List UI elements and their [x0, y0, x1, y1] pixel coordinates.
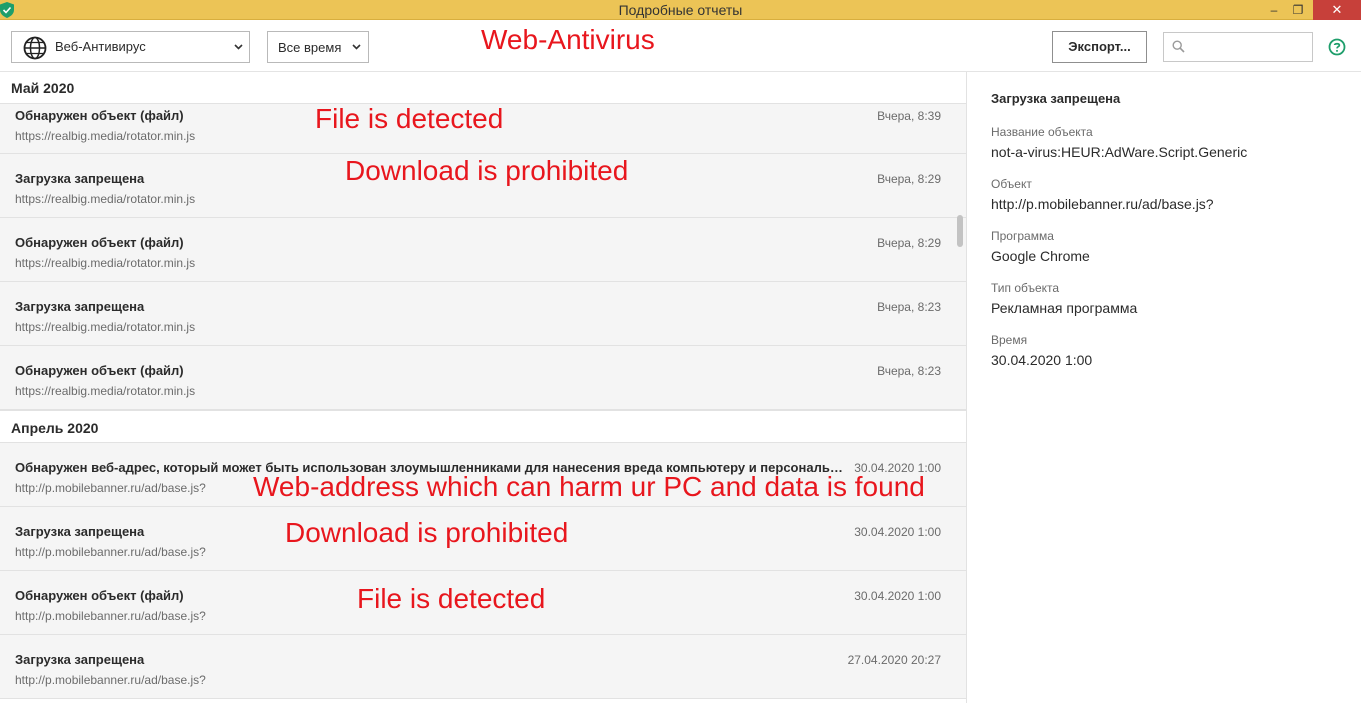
list-item[interactable]: Обнаружен объект (файл) https://realbig.… — [0, 346, 966, 410]
details-title: Загрузка запрещена — [991, 91, 1121, 106]
help-icon[interactable] — [1328, 38, 1346, 56]
details-field-program: Программа Google Chrome — [991, 228, 1351, 266]
details-panel: Загрузка запрещена Название объекта not-… — [968, 72, 1361, 703]
event-time: Вчера, 8:23 — [877, 364, 941, 378]
event-title: Загрузка запрещена — [15, 652, 145, 667]
annotation-download-prohibited: Download is prohibited — [345, 155, 629, 186]
field-label: Время — [991, 333, 1028, 347]
details-field-time: Время 30.04.2020 1:00 — [991, 332, 1351, 370]
details-field-object-name: Название объекта not-a-virus:HEUR:AdWare… — [991, 124, 1351, 162]
field-label: Объект — [991, 177, 1032, 191]
annotation-file-detected: File is detected — [315, 103, 504, 134]
event-time: 27.04.2020 20:27 — [847, 653, 941, 667]
field-value: 30.04.2020 1:00 — [991, 352, 1093, 368]
event-title: Обнаружен объект (файл) — [15, 235, 184, 250]
event-url: https://realbig.media/rotator.min.js — [15, 129, 196, 143]
event-url: http://p.mobilebanner.ru/ad/base.js? — [15, 609, 206, 623]
list-item[interactable]: Загрузка запрещена http://p.mobilebanner… — [0, 635, 966, 699]
event-time: 30.04.2020 1:00 — [854, 525, 941, 539]
field-label: Тип объекта — [991, 281, 1060, 295]
component-select-value: Веб-Антивирус — [55, 39, 146, 54]
event-time: Вчера, 8:39 — [877, 109, 941, 123]
event-url: https://realbig.media/rotator.min.js — [15, 256, 196, 270]
title-bar: Подробные отчеты – ❐ ✕ — [0, 0, 1361, 20]
component-select[interactable]: Веб-Антивирус — [11, 31, 250, 63]
period-select[interactable]: Все время — [267, 31, 369, 63]
event-url: https://realbig.media/rotator.min.js — [15, 320, 196, 334]
event-url: http://p.mobilebanner.ru/ad/base.js? — [15, 545, 206, 559]
toolbar: Веб-Антивирус Все время Экспорт... — [0, 20, 1361, 72]
details-field-object: Объект http://p.mobilebanner.ru/ad/base.… — [991, 176, 1351, 214]
search-icon — [1172, 40, 1185, 53]
event-url: https://realbig.media/rotator.min.js — [15, 384, 196, 398]
chevron-down-icon — [234, 44, 243, 50]
list-item[interactable]: Обнаружен объект (файл) https://realbig.… — [0, 218, 966, 282]
globe-icon — [23, 36, 47, 60]
event-time: Вчера, 8:29 — [877, 236, 941, 250]
field-label: Программа — [991, 229, 1054, 243]
event-url: http://p.mobilebanner.ru/ad/base.js? — [15, 673, 206, 687]
field-label: Название объекта — [991, 125, 1093, 139]
scrollbar-thumb[interactable] — [957, 215, 963, 247]
field-value: Google Chrome — [991, 248, 1090, 264]
details-field-object-type: Тип объекта Рекламная программа — [991, 280, 1351, 318]
close-button[interactable]: ✕ — [1313, 0, 1361, 20]
annotation-web-antivirus: Web-Antivirus — [481, 24, 655, 55]
window-title: Подробные отчеты — [618, 2, 743, 18]
list-item[interactable]: Загрузка запрещена https://realbig.media… — [0, 282, 966, 346]
event-url: https://realbig.media/rotator.min.js — [15, 192, 196, 206]
maximize-button[interactable]: ❐ — [1286, 0, 1310, 20]
event-time: Вчера, 8:29 — [877, 172, 941, 186]
annotation-file-detected: File is detected — [357, 583, 546, 614]
event-title: Загрузка запрещена — [15, 299, 145, 314]
event-time: 30.04.2020 1:00 — [854, 589, 941, 603]
field-value: http://p.mobilebanner.ru/ad/base.js? — [991, 196, 1214, 212]
annotation-download-prohibited: Download is prohibited — [285, 517, 569, 548]
event-time: Вчера, 8:23 — [877, 300, 941, 314]
field-value: not-a-virus:HEUR:AdWare.Script.Generic — [991, 144, 1248, 160]
export-button[interactable]: Экспорт... — [1052, 31, 1147, 63]
period-select-value: Все время — [278, 40, 342, 55]
minimize-button[interactable]: – — [1262, 0, 1286, 20]
group-header-may-2020: Май 2020 — [0, 72, 966, 104]
chevron-down-icon — [352, 44, 361, 50]
annotation-web-address: Web-address which can harm ur PC and dat… — [253, 471, 925, 502]
field-value: Рекламная программа — [991, 300, 1138, 316]
search-input[interactable] — [1163, 32, 1313, 62]
group-header-april-2020: Апрель 2020 — [0, 410, 966, 443]
event-title: Обнаружен объект (файл) — [15, 363, 184, 378]
event-url: http://p.mobilebanner.ru/ad/base.js? — [15, 481, 206, 495]
